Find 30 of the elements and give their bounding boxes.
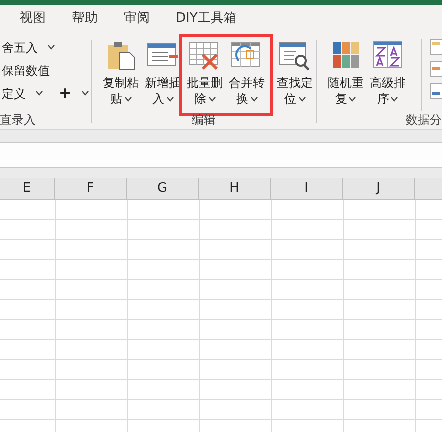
formula-bar[interactable] xyxy=(0,142,442,168)
group-label: 数据分 xyxy=(404,112,442,129)
table-chart-icon xyxy=(430,61,442,77)
bar-table-icon xyxy=(430,83,442,99)
ribbon-button[interactable]: 查找定 位 xyxy=(276,39,314,111)
ribbon-tab[interactable]: DIY工具箱 xyxy=(176,8,237,28)
group-label: 编辑 xyxy=(191,112,217,129)
ribbon-command[interactable]: + xyxy=(59,82,72,105)
ribbon-tab[interactable]: 审阅 xyxy=(124,8,150,28)
ribbon-command[interactable]: 保留数值 xyxy=(2,62,50,80)
column-header[interactable]: G xyxy=(127,178,199,199)
column-header[interactable]: E xyxy=(0,178,55,199)
ribbon-button[interactable]: 高级排 序 xyxy=(368,39,407,111)
column-header[interactable]: F xyxy=(55,178,127,199)
ribbon-command[interactable]: 舍五入 xyxy=(2,38,38,56)
group-label: 直录入 xyxy=(0,112,37,129)
ribbon-tab[interactable]: 帮助 xyxy=(72,8,98,28)
table-rows-icon xyxy=(430,39,442,55)
clipboard-icon xyxy=(105,39,137,71)
ribbon-button[interactable]: 复制粘 贴 xyxy=(102,39,140,111)
ribbon-button[interactable]: 批量删 除 xyxy=(186,39,224,111)
sort-icon xyxy=(372,39,404,71)
column-header[interactable]: I xyxy=(271,178,343,199)
ribbon-command[interactable]: 定义 xyxy=(2,84,26,102)
column-header[interactable]: H xyxy=(199,178,271,199)
cell-grid[interactable] xyxy=(0,200,442,432)
ribbon-button[interactable]: 合并转 换 xyxy=(228,39,266,111)
ribbon-tab[interactable]: 视图 xyxy=(20,8,46,28)
column-header[interactable]: J xyxy=(343,178,415,199)
ribbon-button[interactable]: 随机重 复 xyxy=(326,39,365,111)
